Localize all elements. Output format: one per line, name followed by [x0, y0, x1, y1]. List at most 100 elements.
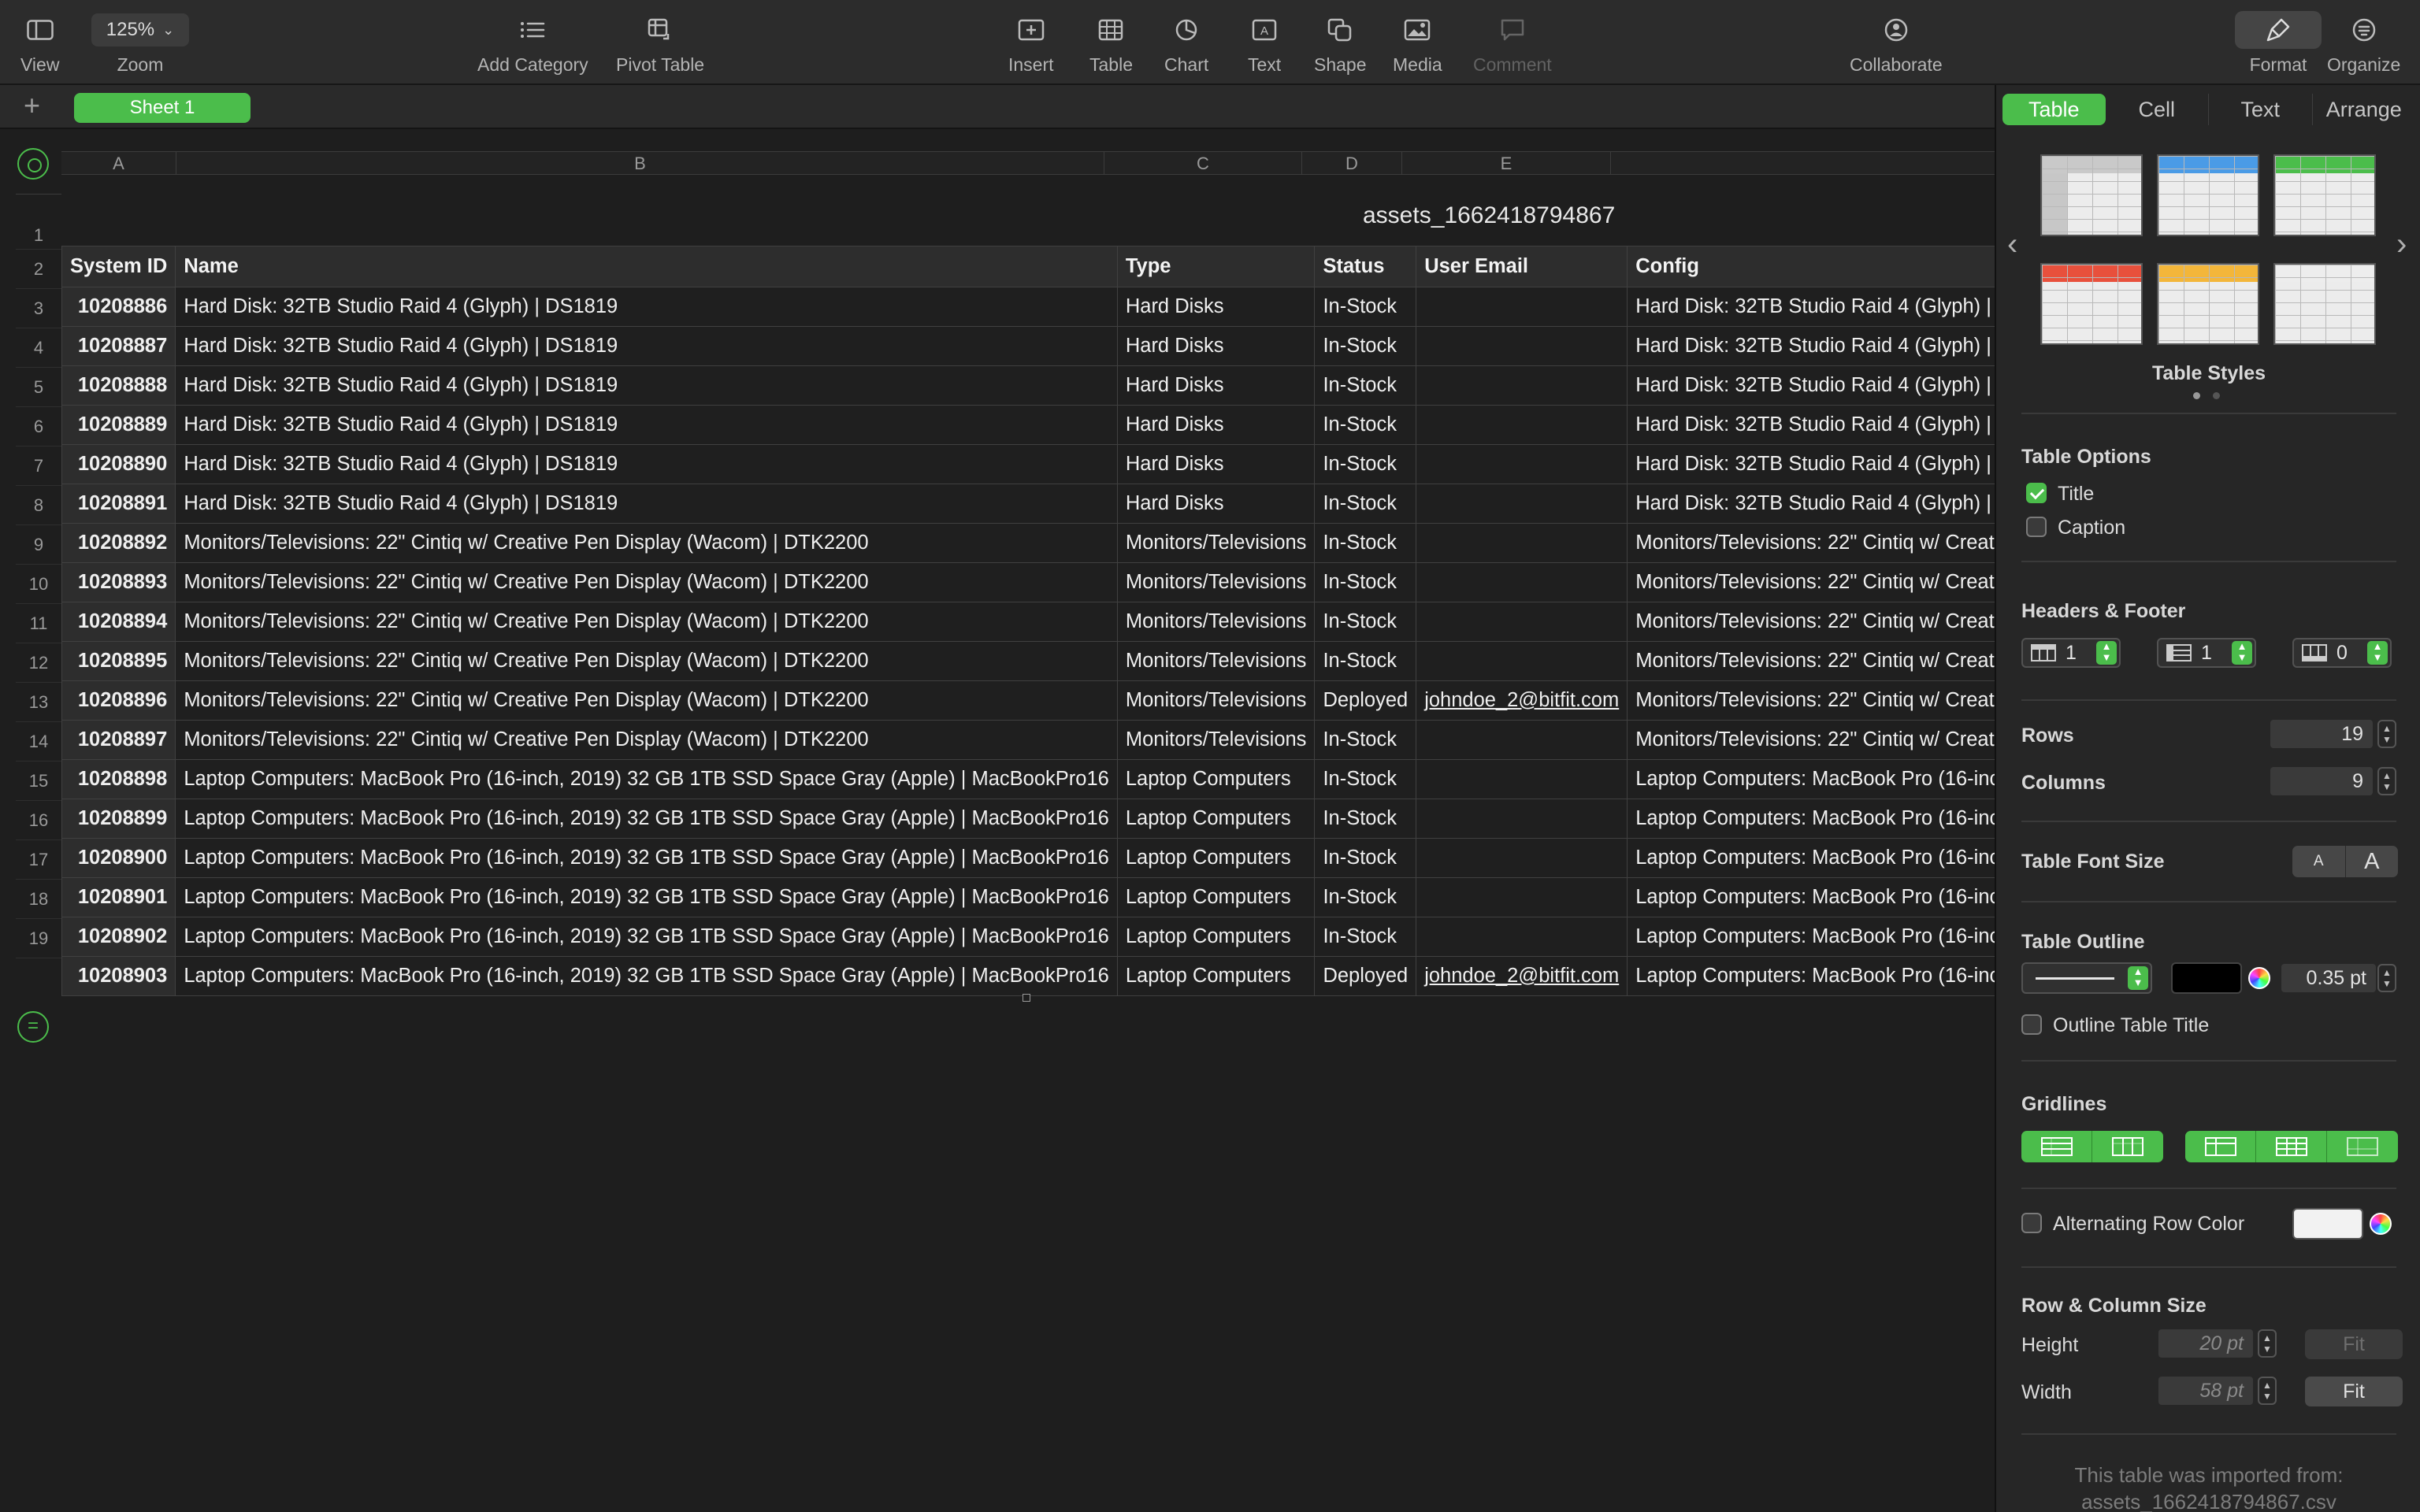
- email-cell[interactable]: [1416, 444, 1628, 484]
- table-cell[interactable]: Hard Disks: [1116, 326, 1316, 366]
- email-cell[interactable]: [1416, 287, 1628, 327]
- email-cell[interactable]: johndoe_2@bitfit.com: [1416, 956, 1628, 996]
- color-wheel-icon[interactable]: [2370, 1213, 2392, 1235]
- outline-width-stepper[interactable]: ▲ ▼: [2377, 964, 2396, 992]
- width-fit-button[interactable]: Fit: [2305, 1377, 2403, 1406]
- header-cell[interactable]: Config: [1627, 246, 1995, 287]
- footer-lines-button[interactable]: [2327, 1131, 2398, 1162]
- table-cell[interactable]: Monitors/Televisions: 22" Cintiq w/ Crea…: [175, 641, 1118, 681]
- row-id-cell[interactable]: 10208891: [61, 484, 176, 524]
- organize-button[interactable]: Organize: [2327, 11, 2400, 76]
- column-header[interactable]: D: [1302, 151, 1402, 175]
- table-style-swatch[interactable]: [2157, 263, 2259, 345]
- column-header[interactable]: [1611, 151, 1995, 175]
- table-cell[interactable]: Hard Disk: 32TB Studio Raid 4 (Glyph) | …: [175, 484, 1118, 524]
- table-cell[interactable]: Laptop Computers: [1116, 759, 1316, 799]
- email-cell[interactable]: [1416, 523, 1628, 563]
- table-style-swatch[interactable]: [2273, 263, 2376, 345]
- row-number[interactable]: 15: [16, 762, 61, 801]
- table-cell[interactable]: Monitors/Televisions: 22" Cintiq w/ Crea…: [1627, 680, 1995, 721]
- table-button[interactable]: Table: [1089, 11, 1133, 76]
- table-cell[interactable]: Laptop Computers: MacBook Pro (16-inch, …: [175, 838, 1118, 878]
- table-cell[interactable]: In-Stock: [1314, 287, 1417, 327]
- header-column-lines-button[interactable]: [2256, 1131, 2327, 1162]
- row-number[interactable]: 7: [16, 447, 61, 486]
- header-cell[interactable]: Status: [1314, 246, 1417, 287]
- table-cell[interactable]: Laptop Computers: MacBook Pro (16-inch, …: [1627, 799, 1995, 839]
- email-cell[interactable]: johndoe_2@bitfit.com: [1416, 680, 1628, 721]
- chevron-left-icon[interactable]: ‹: [2007, 227, 2017, 262]
- table-cell[interactable]: In-Stock: [1314, 759, 1417, 799]
- table-cell[interactable]: Laptop Computers: MacBook Pro (16-inch, …: [1627, 917, 1995, 957]
- table-cell[interactable]: Laptop Computers: MacBook Pro (16-inch, …: [175, 799, 1118, 839]
- table-cell[interactable]: Monitors/Televisions: 22" Cintiq w/ Crea…: [175, 562, 1118, 602]
- row-id-cell[interactable]: 10208889: [61, 405, 176, 445]
- table-cell[interactable]: In-Stock: [1314, 484, 1417, 524]
- table-style-swatch[interactable]: [2273, 154, 2376, 236]
- row-number[interactable]: 6: [16, 407, 61, 447]
- header-cell[interactable]: System ID: [61, 246, 176, 287]
- column-header[interactable]: A: [61, 151, 176, 175]
- outline-title-checkbox[interactable]: [2021, 1014, 2042, 1035]
- table-cell[interactable]: Laptop Computers: [1116, 799, 1316, 839]
- email-cell[interactable]: [1416, 562, 1628, 602]
- height-field[interactable]: 20 pt: [2158, 1329, 2253, 1358]
- email-cell[interactable]: [1416, 720, 1628, 760]
- row-number[interactable]: 9: [16, 525, 61, 565]
- row-number[interactable]: 4: [16, 328, 61, 368]
- table-cell[interactable]: In-Stock: [1314, 365, 1417, 406]
- add-row-handle[interactable]: =: [17, 1011, 49, 1043]
- table-title[interactable]: assets_1662418794867: [1363, 202, 1615, 229]
- rows-stepper[interactable]: ▲ ▼: [2377, 720, 2396, 748]
- table-cell[interactable]: In-Stock: [1314, 602, 1417, 642]
- table-cell[interactable]: In-Stock: [1314, 720, 1417, 760]
- pivot-table-button[interactable]: Pivot Table: [616, 11, 704, 76]
- tab-table[interactable]: Table: [2002, 94, 2106, 125]
- chart-button[interactable]: Chart: [1164, 11, 1208, 76]
- table-cell[interactable]: Hard Disks: [1116, 484, 1316, 524]
- row-number[interactable]: 10: [16, 565, 61, 604]
- rows-field[interactable]: 19: [2270, 720, 2373, 748]
- width-field[interactable]: 58 pt: [2158, 1377, 2253, 1405]
- table-cell[interactable]: Hard Disks: [1116, 405, 1316, 445]
- horizontal-lines-button[interactable]: [2021, 1131, 2092, 1162]
- title-checkbox[interactable]: [2026, 483, 2047, 503]
- insert-button[interactable]: Insert: [1008, 11, 1054, 76]
- table-cell[interactable]: Laptop Computers: [1116, 956, 1316, 996]
- columns-field[interactable]: 9: [2270, 767, 2373, 795]
- table-cell[interactable]: In-Stock: [1314, 405, 1417, 445]
- page-dots[interactable]: [2193, 392, 2220, 399]
- text-button[interactable]: A Text: [1248, 11, 1281, 76]
- table-cell[interactable]: Hard Disk: 32TB Studio Raid 4 (Glyph) | …: [175, 326, 1118, 366]
- email-cell[interactable]: [1416, 365, 1628, 406]
- outline-color-well[interactable]: [2171, 962, 2242, 994]
- format-button[interactable]: Format: [2235, 11, 2322, 76]
- outline-style-select[interactable]: ▲ ▼: [2021, 962, 2152, 994]
- shape-button[interactable]: Shape: [1314, 11, 1367, 76]
- email-cell[interactable]: [1416, 799, 1628, 839]
- caption-checkbox[interactable]: [2026, 517, 2047, 537]
- height-stepper[interactable]: ▲ ▼: [2258, 1329, 2277, 1358]
- table-cell[interactable]: In-Stock: [1314, 523, 1417, 563]
- outline-width-field[interactable]: 0.35 pt: [2281, 964, 2376, 992]
- table-cell[interactable]: Hard Disk: 32TB Studio Raid 4 (Glyph) | …: [175, 287, 1118, 327]
- header-cell[interactable]: Name: [175, 246, 1118, 287]
- row-id-cell[interactable]: 10208902: [61, 917, 176, 957]
- table-cell[interactable]: Monitors/Televisions: 22" Cintiq w/ Crea…: [175, 602, 1118, 642]
- row-id-cell[interactable]: 10208892: [61, 523, 176, 563]
- table-cell[interactable]: Monitors/Televisions: 22" Cintiq w/ Crea…: [1627, 602, 1995, 642]
- email-cell[interactable]: [1416, 877, 1628, 917]
- email-cell[interactable]: [1416, 917, 1628, 957]
- column-header[interactable]: C: [1104, 151, 1302, 175]
- table-cell[interactable]: Laptop Computers: MacBook Pro (16-inch, …: [1627, 956, 1995, 996]
- table-cell[interactable]: Hard Disk: 32TB Studio Raid 4 (Glyph) | …: [1627, 405, 1995, 445]
- table-cell[interactable]: In-Stock: [1314, 641, 1417, 681]
- table-cell[interactable]: Deployed: [1314, 680, 1417, 721]
- table-cell[interactable]: In-Stock: [1314, 326, 1417, 366]
- spreadsheet-canvas[interactable]: A B C D E 1 2 3 4 5 6 7 8 9 10 11 12 13 14 15 16 17 18 19 …: [0, 129, 1995, 1512]
- table-cell[interactable]: Hard Disk: 32TB Studio Raid 4 (Glyph) | …: [175, 365, 1118, 406]
- row-id-cell[interactable]: 10208897: [61, 720, 176, 760]
- table-cell[interactable]: In-Stock: [1314, 877, 1417, 917]
- table-cell[interactable]: Monitors/Televisions: [1116, 641, 1316, 681]
- header-cell[interactable]: User Email: [1416, 246, 1628, 287]
